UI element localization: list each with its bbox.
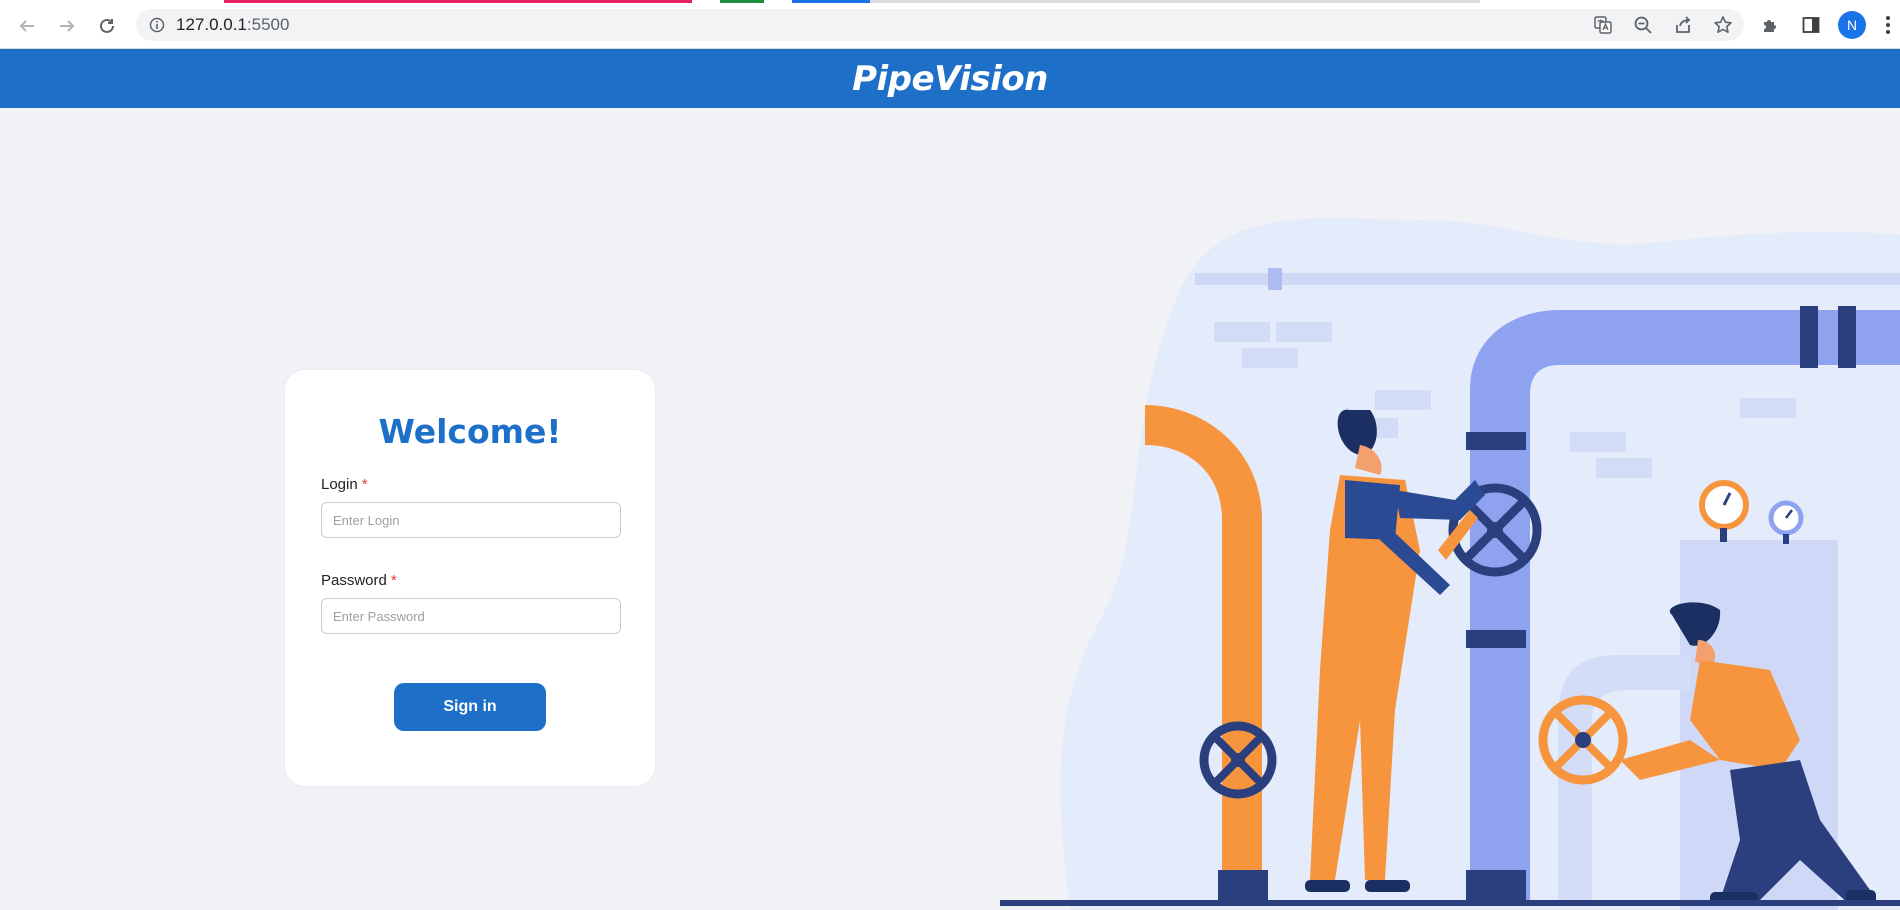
pipe-flange — [1466, 432, 1526, 450]
forward-arrow-icon — [60, 20, 75, 32]
pipe-base — [1218, 870, 1268, 904]
zoom-button[interactable] — [1630, 12, 1656, 38]
puzzle-icon — [1764, 20, 1776, 32]
login-label-text: Login — [321, 476, 358, 493]
password-input[interactable] — [321, 598, 621, 634]
login-label: Login * — [321, 476, 368, 493]
password-label: Password * — [321, 572, 397, 589]
bookmark-button[interactable] — [1710, 12, 1736, 38]
password-label-text: Password — [321, 572, 387, 589]
welcome-heading: Welcome! — [378, 412, 562, 451]
pipe-bracket — [1268, 268, 1282, 290]
translate-icon — [1594, 16, 1612, 34]
reload-icon — [100, 18, 114, 33]
plumbers-illustration — [1000, 218, 1900, 910]
star-icon — [1714, 16, 1732, 33]
browser-toolbar: 127.0.0.1:5500 N — [0, 0, 1900, 49]
tab-indicator[interactable] — [224, 0, 692, 3]
back-arrow-icon — [19, 20, 34, 32]
tab-indicator — [870, 0, 1480, 3]
reload-button[interactable] — [93, 12, 121, 40]
pipe-flange — [1466, 630, 1526, 648]
side-panel-icon — [1802, 17, 1820, 33]
app-header: PipeVision — [0, 49, 1900, 108]
ground-line — [1000, 900, 1900, 906]
tab-strip — [0, 0, 1900, 3]
pipe-flange — [1800, 306, 1818, 368]
side-panel-button[interactable] — [1798, 12, 1824, 38]
site-info-icon[interactable] — [148, 16, 166, 34]
url-text[interactable]: 127.0.0.1:5500 — [176, 15, 289, 35]
profile-avatar[interactable]: N — [1838, 11, 1866, 39]
zoom-out-icon — [1634, 16, 1652, 34]
pipe-flange — [1838, 306, 1856, 368]
brand-title: PipeVision — [852, 58, 1048, 99]
required-marker: * — [390, 572, 397, 589]
login-input[interactable] — [321, 502, 621, 538]
required-marker: * — [361, 476, 368, 493]
tab-indicator[interactable] — [792, 0, 870, 3]
forward-button[interactable] — [53, 12, 81, 40]
login-card: Welcome! Login* Password* Sign in — [285, 370, 655, 786]
sign-in-button[interactable]: Sign in — [394, 683, 546, 731]
tab-indicator[interactable] — [720, 0, 764, 3]
translate-button[interactable] — [1590, 12, 1616, 38]
back-button[interactable] — [13, 12, 41, 40]
pipe-base — [1466, 870, 1526, 904]
address-bar[interactable]: 127.0.0.1:5500 — [136, 9, 1744, 41]
share-icon — [1676, 16, 1691, 33]
extensions-button[interactable] — [1758, 12, 1784, 38]
browser-menu-icon[interactable] — [1882, 12, 1894, 38]
url-host: 127.0.0.1 — [176, 15, 247, 34]
url-port: :5500 — [246, 15, 290, 34]
share-button[interactable] — [1670, 12, 1696, 38]
ceiling-pipe — [1195, 273, 1900, 285]
